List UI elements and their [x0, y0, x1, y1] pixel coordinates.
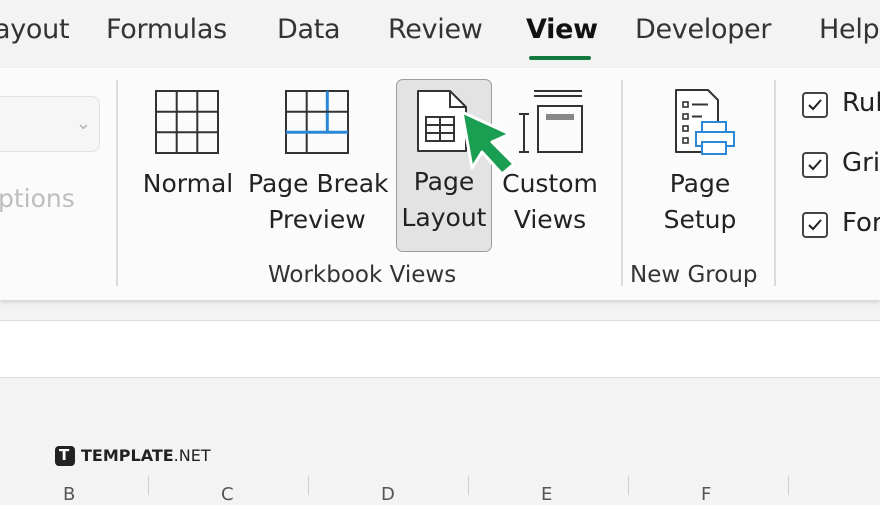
- new-group-label: New Group: [630, 262, 758, 288]
- sheet-view-dropdown[interactable]: ⌄: [0, 96, 100, 152]
- tab-review[interactable]: Review: [388, 14, 483, 45]
- formula-bar[interactable]: [0, 320, 880, 378]
- column-divider: [308, 476, 309, 495]
- page-break-label-line2: Preview: [268, 205, 366, 234]
- page-setup-label-line2: Setup: [663, 205, 737, 234]
- page-break-icon: [285, 90, 349, 154]
- page-layout-label-line2: Layout: [401, 203, 487, 232]
- chevron-down-icon: ⌄: [75, 113, 91, 134]
- page-setup-label-line1: Page: [669, 169, 731, 198]
- checkbox-checked-icon: [802, 92, 828, 118]
- group-separator: [116, 80, 118, 286]
- checkbox-checked-icon: [802, 212, 828, 238]
- ribbon-panel: ⌄ ptions Normal Page Break Preview Page …: [0, 68, 880, 300]
- normal-view-label: Normal: [142, 169, 234, 198]
- page-break-label-line1: Page Break: [248, 169, 389, 198]
- gridlines-label: Grid: [842, 148, 880, 178]
- page-setup-icon: [675, 89, 735, 155]
- template-logo-icon: T: [55, 446, 75, 466]
- normal-view-button[interactable]: Normal: [138, 80, 238, 250]
- normal-grid-icon: [155, 90, 219, 154]
- worksheet-area: [0, 378, 880, 495]
- column-divider: [628, 476, 629, 495]
- page-setup-button[interactable]: Page Setup: [648, 80, 752, 250]
- sheet-view-options-label: ptions: [0, 184, 75, 213]
- workbook-views-group-label: Workbook Views: [268, 262, 457, 288]
- checkbox-checked-icon: [802, 152, 828, 178]
- tab-view[interactable]: View: [526, 14, 598, 45]
- formula-bar-label: For: [842, 208, 880, 238]
- column-divider: [468, 476, 469, 495]
- tab-help[interactable]: Help: [819, 14, 880, 45]
- tab-formulas[interactable]: Formulas: [106, 14, 227, 45]
- column-divider: [788, 476, 789, 495]
- active-tab-indicator: [529, 56, 591, 60]
- group-separator: [621, 80, 623, 286]
- tab-data[interactable]: Data: [277, 14, 341, 45]
- column-divider: [148, 476, 149, 495]
- ruler-label: Rul: [842, 88, 880, 118]
- ribbon-tab-bar: ayout Formulas Data Review View Develope…: [0, 0, 880, 68]
- custom-views-icon: [519, 90, 583, 153]
- tab-developer[interactable]: Developer: [635, 14, 771, 45]
- page-break-preview-button[interactable]: Page Break Preview: [248, 80, 389, 250]
- watermark-text: TEMPLATE.NET: [81, 446, 211, 465]
- custom-views-label-line2: Views: [513, 205, 587, 234]
- tab-page-layout[interactable]: ayout: [0, 14, 70, 45]
- mouse-pointer-icon: [460, 110, 516, 176]
- group-separator: [774, 80, 776, 286]
